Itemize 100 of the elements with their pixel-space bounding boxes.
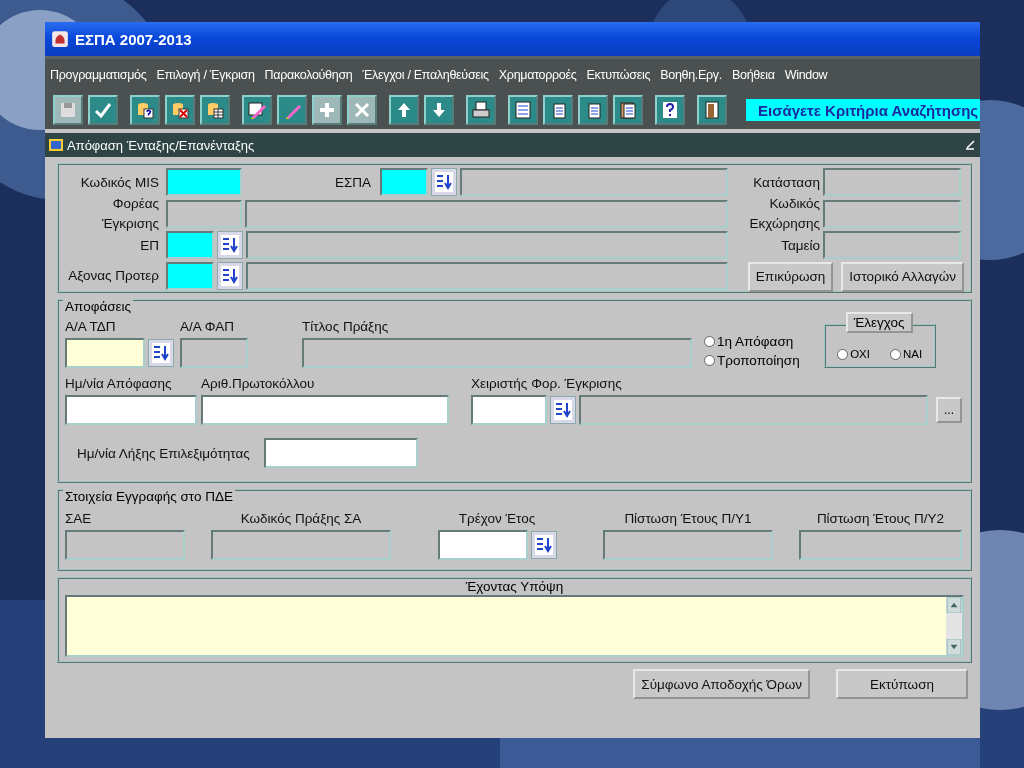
toolbar-button[interactable] [130, 95, 160, 125]
input-field[interactable] [166, 262, 214, 290]
section-title: Στοιχεία Εγγραφής στο ΠΔΕ [63, 489, 236, 504]
database-question-icon [135, 100, 155, 120]
field-label: Ταμείο [780, 237, 820, 253]
input-field[interactable] [166, 168, 242, 196]
window-pencil-icon [247, 100, 267, 120]
menu-item[interactable]: Βοήθεια [732, 68, 775, 82]
menu-item[interactable]: Παρακολούθηση [264, 68, 353, 82]
list-button[interactable] [217, 262, 243, 290]
section-title: Έχοντας Υπόψη [465, 579, 564, 595]
description-field[interactable] [246, 231, 728, 259]
field-label: Πίστωση Έτους Π/Υ2 [816, 511, 945, 528]
field-label: Α/Α ΤΔΠ [65, 319, 117, 336]
menu-item[interactable]: Έλεγχοι / Επαληθεύσεις [362, 68, 489, 82]
input-field[interactable] [603, 530, 773, 560]
input-field[interactable] [65, 530, 185, 560]
window-title: ΕΣΠΑ 2007-2013 [75, 30, 192, 48]
field-label: Κατάσταση [752, 174, 820, 190]
toolbar-button[interactable] [655, 95, 685, 125]
status-hint: Εισάγετε Κριτήρια Αναζήτησης [746, 99, 980, 121]
toolbar-button[interactable] [697, 95, 727, 125]
input-field[interactable] [471, 395, 547, 425]
toolbar-button[interactable] [165, 95, 195, 125]
x-icon [352, 100, 372, 120]
list-button[interactable] [550, 396, 576, 424]
toolbar-button[interactable] [200, 95, 230, 125]
field-label: ΣΑΕ [65, 511, 92, 528]
printer-icon [471, 100, 491, 120]
list-button[interactable] [530, 531, 557, 559]
input-field[interactable] [799, 530, 962, 560]
resize-icon[interactable] [964, 139, 976, 151]
menu-item[interactable]: Βοηθη.Εργ. [660, 68, 722, 82]
description-field[interactable] [460, 168, 728, 196]
date-field[interactable] [65, 395, 197, 425]
input-field[interactable] [166, 231, 214, 259]
input-field[interactable] [201, 395, 449, 425]
menu-item[interactable]: Προγραμματισμός [50, 68, 147, 82]
radio-option[interactable]: ΟΧΙ [837, 348, 870, 360]
radio-option[interactable]: ΝΑΙ [890, 348, 923, 360]
field-label: ΕΠ [139, 237, 160, 253]
input-field[interactable] [380, 168, 428, 196]
form-icon [48, 137, 64, 153]
field-label: Τρέχον Έτος [458, 511, 536, 528]
input-field[interactable] [302, 338, 692, 368]
form-button[interactable]: Επικύρωση [747, 261, 834, 292]
description-field[interactable] [245, 199, 728, 228]
field-label: Κωδικός Εκχώρησης [748, 194, 820, 233]
clipboard-icon [618, 100, 638, 120]
toolbar-button[interactable] [466, 95, 496, 125]
toolbar-button[interactable] [543, 95, 573, 125]
input-field[interactable] [823, 199, 961, 228]
door-icon [702, 100, 722, 120]
field-label: Αριθ.Πρωτοκόλλου [201, 376, 316, 393]
more-button[interactable]: ... [936, 397, 962, 423]
form-button[interactable]: Εκτύπωση [836, 669, 968, 699]
field-label: Φορέας Έγκρισης [100, 194, 160, 233]
input-field[interactable] [823, 168, 961, 196]
date-field[interactable] [263, 438, 418, 468]
list-button[interactable] [217, 231, 243, 259]
input-field[interactable] [180, 338, 248, 368]
list-icon [513, 100, 533, 120]
floppy-icon [58, 100, 78, 120]
form-button[interactable]: Σύμφωνο Αποδοχής Όρων [633, 669, 810, 699]
input-field[interactable] [211, 530, 391, 560]
database-x-icon [170, 100, 190, 120]
toolbar-button[interactable] [508, 95, 538, 125]
field-label: Πίστωση Έτους Π/Υ1 [624, 511, 752, 528]
form-title: Απόφαση Ένταξης/Επανένταξης [67, 137, 256, 153]
menu-item[interactable]: Χρηματορροές [498, 68, 577, 82]
list-button[interactable] [431, 168, 457, 196]
scroll-bar[interactable] [946, 597, 962, 655]
input-field[interactable] [166, 199, 242, 228]
radio-option[interactable]: Τροποποίηση [704, 353, 800, 368]
radio-option[interactable]: 1η Απόφαση [704, 334, 800, 349]
group-title: Έλεγχος [845, 312, 913, 333]
description-field[interactable] [579, 395, 928, 425]
toolbar-button[interactable] [578, 95, 608, 125]
field-label: Τίτλος Πράξης [302, 319, 390, 336]
field-label: Α/Α ΦΑΠ [180, 319, 235, 336]
field-label: Ημ/νία Λήξης Επιλεξιμότητας [77, 445, 250, 461]
toolbar-button[interactable] [242, 95, 272, 125]
field-label: ΕΣΠΑ [333, 174, 372, 190]
input-field[interactable] [823, 231, 961, 259]
menu-item[interactable]: Window [784, 68, 828, 82]
menu-item[interactable]: Επιλογή / Έγκριση [156, 68, 255, 82]
field-label: Ημ/νία Απόφασης [65, 376, 173, 393]
plus-icon [317, 100, 337, 120]
field-label: Χειριστής Φορ. Έγκρισης [471, 376, 623, 393]
menu-item[interactable]: Εκτυπώσεις [586, 68, 651, 82]
input-field[interactable] [437, 530, 528, 560]
section-title: Αποφάσεις [63, 299, 134, 314]
description-field[interactable] [246, 262, 728, 290]
help-icon [660, 100, 680, 120]
toolbar-button[interactable] [613, 95, 643, 125]
field-label: Αξονας Προτερ [67, 267, 160, 285]
text-area[interactable] [65, 595, 964, 657]
list-button[interactable] [148, 339, 174, 367]
input-field[interactable] [65, 338, 145, 368]
form-button[interactable]: Ιστορικό Αλλαγών [841, 261, 964, 292]
